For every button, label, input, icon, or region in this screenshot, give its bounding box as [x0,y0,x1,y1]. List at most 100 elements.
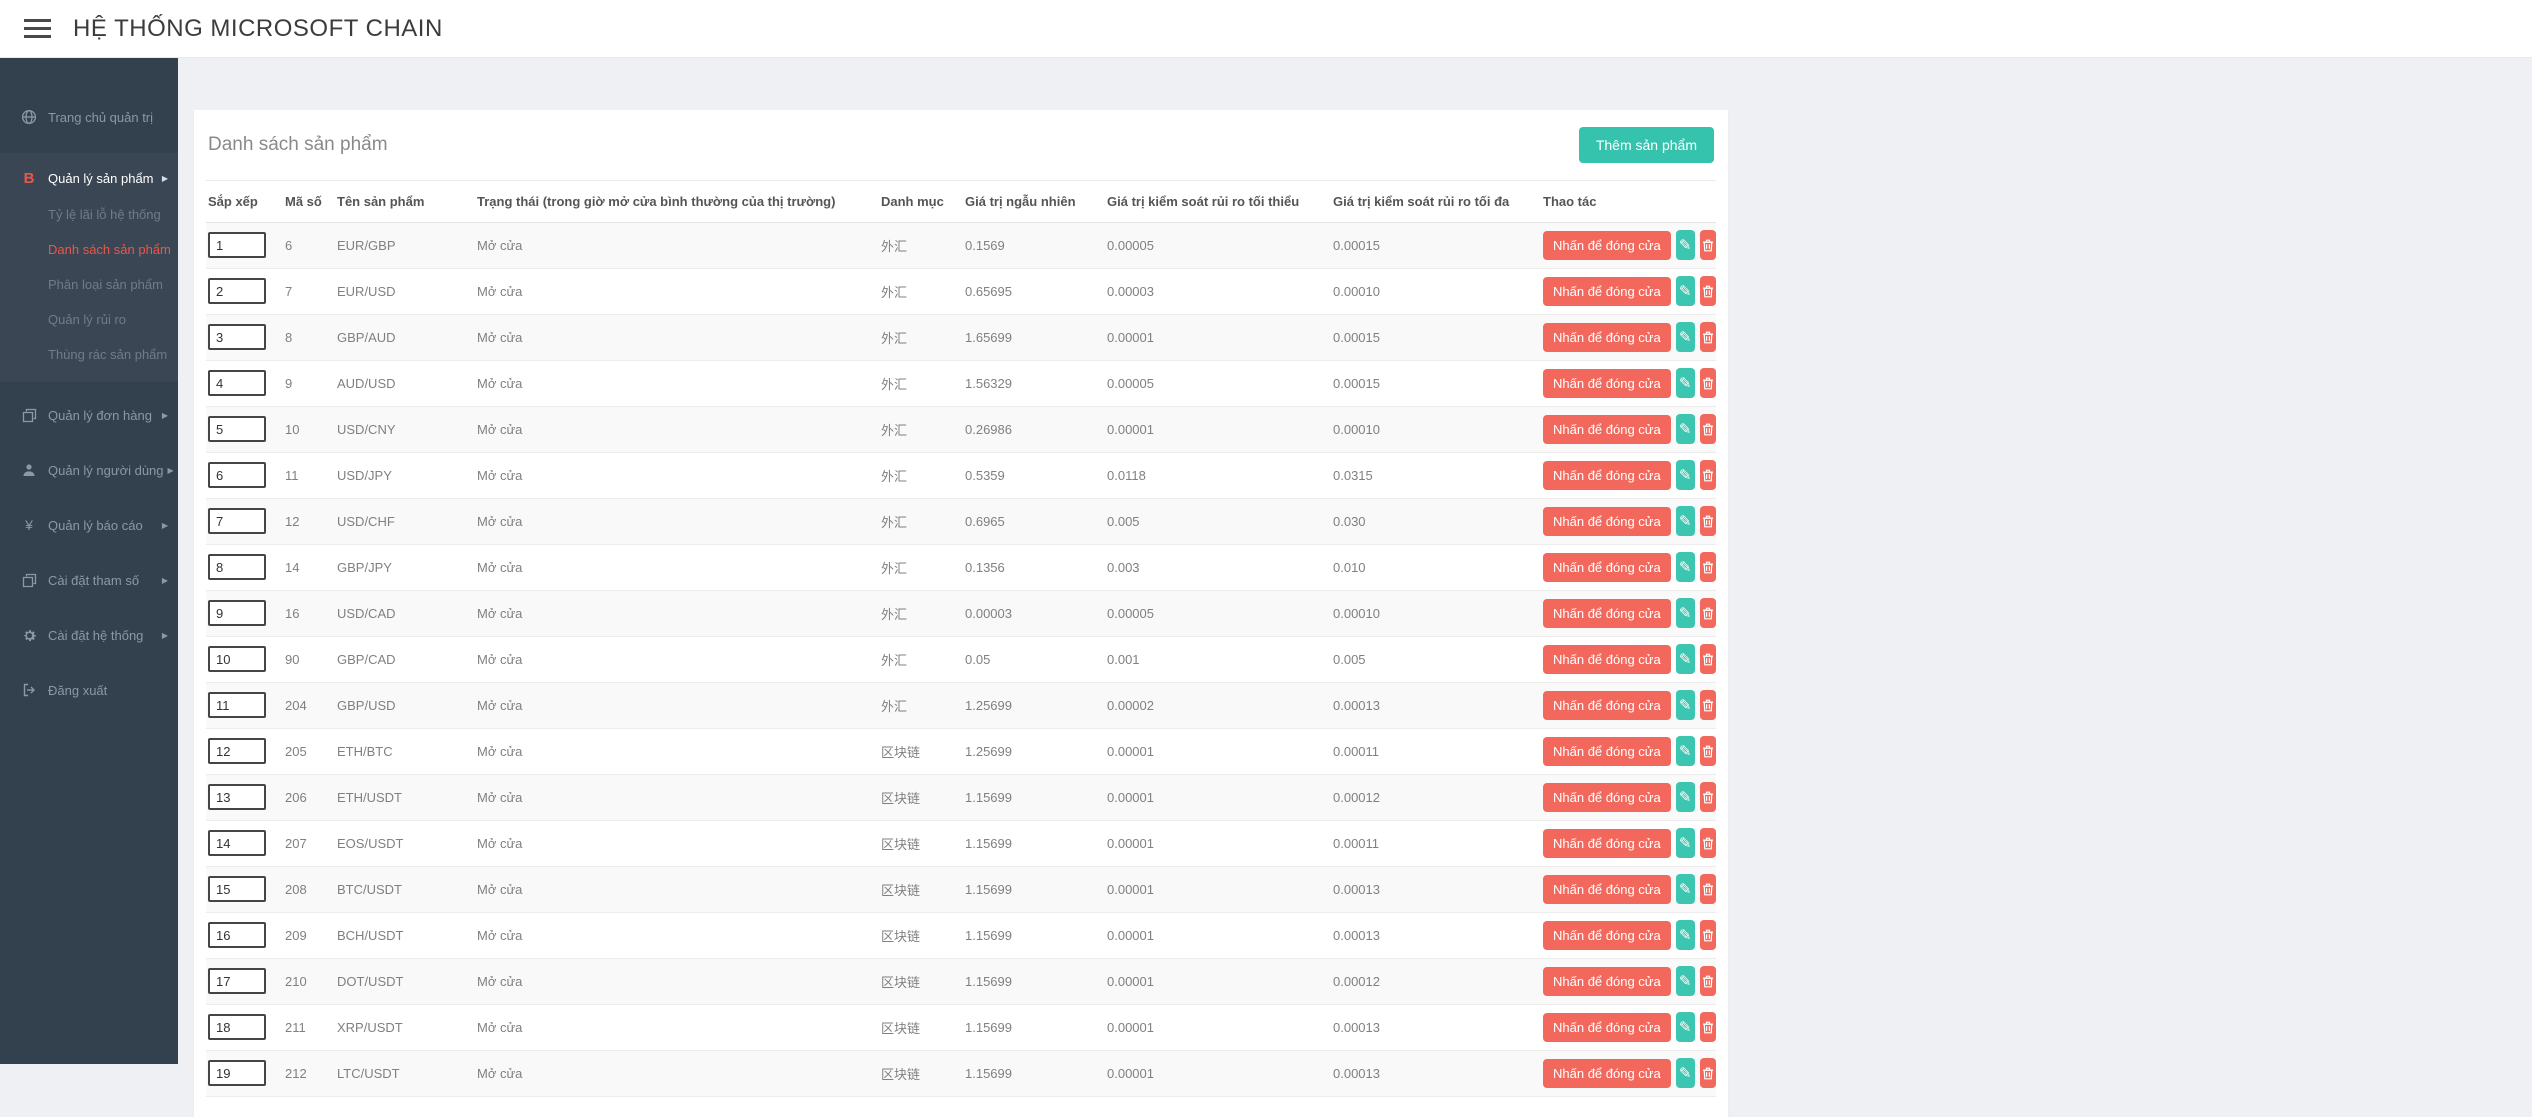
sort-order-input[interactable] [208,600,266,626]
sort-order-input[interactable] [208,1014,266,1040]
sort-order-input[interactable] [208,232,266,258]
delete-button[interactable] [1700,690,1717,720]
sort-order-input[interactable] [208,370,266,396]
delete-button[interactable] [1700,276,1717,306]
product-name: ETH/BTC [335,728,475,774]
close-market-button[interactable]: Nhấn để đóng cửa [1543,277,1671,306]
delete-button[interactable] [1700,1058,1717,1088]
sort-order-input[interactable] [208,968,266,994]
close-market-button[interactable]: Nhấn để đóng cửa [1543,553,1671,582]
sidebar-item-report-management[interactable]: ¥ Quản lý báo cáo ▶ [0,506,178,544]
close-market-button[interactable]: Nhấn để đóng cửa [1543,415,1671,444]
sidebar-item-product-trash[interactable]: Thùng rác sản phẩm [0,337,178,372]
edit-button[interactable]: ✎ [1676,1058,1695,1088]
sidebar-item-parameter-settings[interactable]: Cài đặt tham số ▶ [0,561,178,599]
edit-button[interactable]: ✎ [1676,920,1695,950]
sidebar-item-risk-management[interactable]: Quản lý rủi ro [0,302,178,337]
table-row: 9 AUD/USD Mở cửa 外汇 1.56329 0.00005 0.00… [206,360,1716,406]
close-market-button[interactable]: Nhấn để đóng cửa [1543,369,1671,398]
edit-button[interactable]: ✎ [1676,460,1695,490]
delete-button[interactable] [1700,506,1717,536]
sort-order-input[interactable] [208,692,266,718]
delete-button[interactable] [1700,368,1717,398]
close-market-button[interactable]: Nhấn để đóng cửa [1543,645,1671,674]
trash-icon [1702,469,1714,482]
delete-button[interactable] [1700,322,1717,352]
sidebar-item-profit-loss-rate[interactable]: Tỷ lệ lãi lỗ hệ thống [0,197,178,232]
edit-button[interactable]: ✎ [1676,644,1695,674]
sort-order-input[interactable] [208,554,266,580]
edit-button[interactable]: ✎ [1676,276,1695,306]
delete-button[interactable] [1700,598,1717,628]
edit-button[interactable]: ✎ [1676,230,1695,260]
edit-button[interactable]: ✎ [1676,690,1695,720]
edit-button[interactable]: ✎ [1676,322,1695,352]
table-row: 12 USD/CHF Mở cửa 外汇 0.6965 0.005 0.030 … [206,498,1716,544]
sidebar-item-product-list[interactable]: Danh sách sản phẩm [0,232,178,267]
close-market-button[interactable]: Nhấn để đóng cửa [1543,599,1671,628]
edit-button[interactable]: ✎ [1676,828,1695,858]
close-market-button[interactable]: Nhấn để đóng cửa [1543,967,1671,996]
hamburger-menu-icon[interactable] [24,14,51,43]
risk-max-value: 0.00015 [1331,222,1541,268]
edit-button[interactable]: ✎ [1676,368,1695,398]
close-market-button[interactable]: Nhấn để đóng cửa [1543,231,1671,260]
random-value: 0.65695 [963,268,1105,314]
sort-order-input[interactable] [208,508,266,534]
delete-button[interactable] [1700,414,1717,444]
edit-button[interactable]: ✎ [1676,414,1695,444]
sidebar-item-user-management[interactable]: Quản lý người dùng ▶ [0,451,178,489]
add-product-button[interactable]: Thêm sản phẩm [1579,127,1714,163]
product-status: Mở cửa [475,912,879,958]
edit-button[interactable]: ✎ [1676,736,1695,766]
sort-order-input[interactable] [208,646,266,672]
sidebar-item-product-category[interactable]: Phân loại sản phẩm [0,267,178,302]
close-market-button[interactable]: Nhấn để đóng cửa [1543,875,1671,904]
sort-order-input[interactable] [208,876,266,902]
close-market-button[interactable]: Nhấn để đóng cửa [1543,461,1671,490]
sidebar-item-system-settings[interactable]: Cài đặt hệ thống ▶ [0,616,178,654]
delete-button[interactable] [1700,644,1717,674]
product-category: 外汇 [879,360,963,406]
edit-button[interactable]: ✎ [1676,874,1695,904]
close-market-button[interactable]: Nhấn để đóng cửa [1543,783,1671,812]
edit-button[interactable]: ✎ [1676,552,1695,582]
sidebar-item-product-management[interactable]: B Quản lý sản phẩm ▶ [0,159,178,197]
delete-button[interactable] [1700,1012,1717,1042]
delete-button[interactable] [1700,230,1717,260]
close-market-button[interactable]: Nhấn để đóng cửa [1543,1059,1671,1088]
sort-order-input[interactable] [208,324,266,350]
sidebar-item-order-management[interactable]: Quản lý đơn hàng ▶ [0,396,178,434]
close-market-button[interactable]: Nhấn để đóng cửa [1543,691,1671,720]
close-market-button[interactable]: Nhấn để đóng cửa [1543,323,1671,352]
delete-button[interactable] [1700,782,1717,812]
sort-order-input[interactable] [208,278,266,304]
delete-button[interactable] [1700,874,1717,904]
sort-order-input[interactable] [208,784,266,810]
sort-order-input[interactable] [208,830,266,856]
edit-button[interactable]: ✎ [1676,506,1695,536]
delete-button[interactable] [1700,460,1717,490]
edit-button[interactable]: ✎ [1676,782,1695,812]
edit-button[interactable]: ✎ [1676,598,1695,628]
delete-button[interactable] [1700,552,1717,582]
close-market-button[interactable]: Nhấn để đóng cửa [1543,737,1671,766]
sort-order-input[interactable] [208,462,266,488]
delete-button[interactable] [1700,966,1717,996]
delete-button[interactable] [1700,736,1717,766]
risk-min-value: 0.00001 [1105,958,1331,1004]
sidebar-item-logout[interactable]: Đăng xuất [0,671,178,709]
close-market-button[interactable]: Nhấn để đóng cửa [1543,1013,1671,1042]
edit-button[interactable]: ✎ [1676,966,1695,996]
delete-button[interactable] [1700,920,1717,950]
product-code: 10 [283,406,335,452]
close-market-button[interactable]: Nhấn để đóng cửa [1543,921,1671,950]
close-market-button[interactable]: Nhấn để đóng cửa [1543,829,1671,858]
close-market-button[interactable]: Nhấn để đóng cửa [1543,507,1671,536]
delete-button[interactable] [1700,828,1717,858]
sidebar-item-dashboard[interactable]: Trang chủ quản trị [0,98,178,136]
sort-order-input[interactable] [208,922,266,948]
edit-button[interactable]: ✎ [1676,1012,1695,1042]
sort-order-input[interactable] [208,738,266,764]
sort-order-input[interactable] [208,416,266,442]
